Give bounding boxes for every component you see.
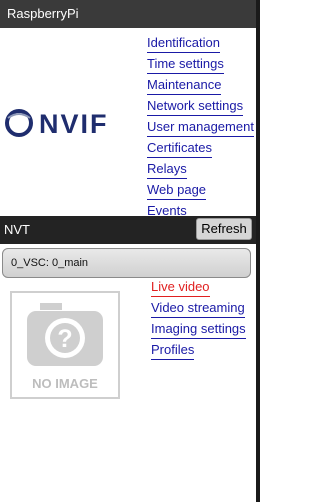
- onvif-logo: NVIF: [5, 109, 109, 138]
- menu-identification[interactable]: Identification: [147, 34, 220, 53]
- refresh-button[interactable]: Refresh: [196, 218, 252, 240]
- menu-web-page[interactable]: Web page: [147, 181, 207, 200]
- window-edge: [256, 0, 260, 502]
- action-imaging-settings[interactable]: Imaging settings: [151, 320, 246, 339]
- profile-label: 0_VSC: 0_main: [11, 257, 89, 269]
- menu-relays[interactable]: Relays: [147, 160, 187, 179]
- nvt-header: NVT Refresh: [0, 216, 256, 244]
- action-video-streaming[interactable]: Video streaming: [151, 299, 245, 318]
- menu-time-settings[interactable]: Time settings: [147, 55, 224, 74]
- app-frame: RaspberryPi NVIF Identification Time set…: [0, 0, 256, 502]
- no-image-text: NO IMAGE: [32, 376, 98, 391]
- nvt-title: NVT: [4, 222, 30, 237]
- settings-menu: Identification Time settings Maintenance…: [147, 34, 257, 223]
- menu-certificates[interactable]: Certificates: [147, 139, 213, 158]
- device-title: RaspberryPi: [7, 6, 79, 21]
- menu-user-management[interactable]: User management: [147, 118, 254, 137]
- device-title-bar: RaspberryPi: [0, 0, 256, 28]
- no-image-placeholder: ? NO IMAGE: [10, 291, 120, 399]
- profile-selector[interactable]: 0_VSC: 0_main: [2, 248, 251, 278]
- stream-actions-menu: Live video Video streaming Imaging setti…: [151, 278, 246, 362]
- svg-text:NVIF: NVIF: [39, 109, 109, 138]
- menu-network-settings[interactable]: Network settings: [147, 97, 244, 116]
- action-live-video[interactable]: Live video: [151, 278, 210, 297]
- menu-maintenance[interactable]: Maintenance: [147, 76, 222, 95]
- action-profiles[interactable]: Profiles: [151, 341, 195, 360]
- svg-text:?: ?: [57, 325, 72, 353]
